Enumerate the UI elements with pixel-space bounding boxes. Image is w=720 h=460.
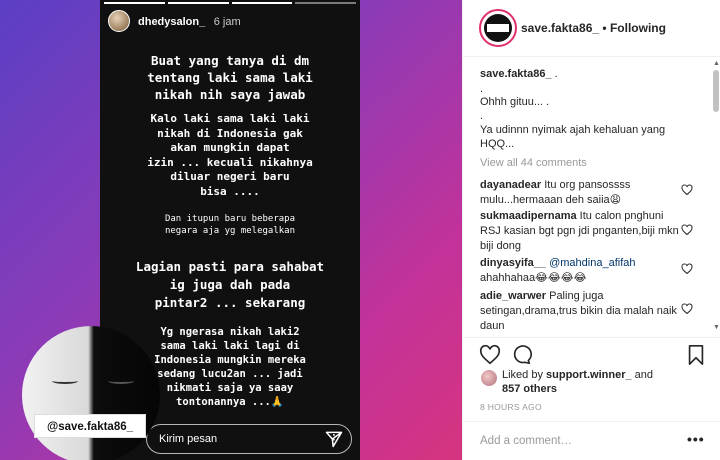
face-eye [108, 378, 134, 384]
caption-line: Ya udinnn nyimak ajah kehaluan yang [480, 124, 666, 136]
comment-icon[interactable] [510, 344, 532, 366]
story-reply-input[interactable]: Kirim pesan ⋮ [146, 424, 352, 454]
liker-avatar[interactable] [481, 370, 497, 386]
liker-username[interactable]: support.winner_ [546, 369, 632, 381]
liked-and: and [631, 369, 654, 381]
scrollbar-thumb[interactable] [713, 70, 719, 112]
following-button[interactable]: • Following [602, 21, 666, 35]
comment-username[interactable]: sukmaadipernama [480, 210, 577, 222]
post-timestamp[interactable]: 8 HOURS AGO [480, 402, 542, 412]
story-progress-segment [295, 2, 356, 4]
story-progress-segment [167, 2, 229, 4]
heart-icon[interactable] [681, 184, 693, 196]
comment-username[interactable]: dinyasyifa__ [480, 257, 546, 269]
watermark-label: @save.fakta86_ [34, 414, 146, 438]
liked-prefix: Liked by [502, 369, 547, 381]
comment-text: ahahhahaa😂😂😂😂 [480, 272, 587, 284]
heart-icon[interactable] [681, 263, 693, 275]
face-overlay-image [22, 326, 160, 460]
story-progress-segment [104, 2, 165, 4]
post-header: save.fakta86_ • Following [463, 0, 720, 57]
comment-item: adie_warwer Paling juga setingan,drama,t… [480, 289, 680, 334]
story-text-4: Lagian pasti para sahabat ig juga dah pa… [135, 259, 325, 310]
story-progress-segment [231, 2, 293, 4]
story-text-2: Kalo laki sama laki laki nikah di Indone… [147, 112, 313, 198]
post-panel: save.fakta86_ • Following save.fakta86_ … [462, 0, 720, 460]
caption-line: . [480, 110, 484, 122]
post-media: dhedysalon_ 6 jam Buat yang tanya di dm … [0, 0, 462, 460]
heart-icon[interactable] [681, 303, 693, 315]
story-progress [104, 2, 356, 4]
comments-scrollbar[interactable]: ▲ ▼ [711, 58, 720, 336]
bookmark-icon[interactable] [685, 344, 707, 366]
add-comment-input[interactable]: Add a comment… [480, 435, 572, 447]
story-text-3: Dan itupun baru beberapa negara aja yg m… [164, 214, 296, 236]
comment-username[interactable]: dayanadear [480, 179, 541, 191]
heart-icon[interactable] [479, 344, 501, 366]
send-icon[interactable] [324, 429, 344, 449]
caption-line: Ohhh gituu... . [480, 96, 550, 108]
comment-mention[interactable]: @mahdina_afifah [546, 257, 635, 269]
story-time: 6 jam [213, 16, 241, 28]
comment-username[interactable]: adie_warwer [480, 290, 546, 302]
face-eye [52, 378, 78, 384]
caption-username[interactable]: save.fakta86_ [480, 68, 552, 80]
scroll-up-arrow-icon[interactable]: ▲ [713, 60, 720, 67]
story-avatar [108, 10, 130, 32]
story-text-1: Buat yang tanya di dm tentang laki sama … [147, 53, 313, 102]
caption-line: save.fakta86_ . [480, 68, 558, 80]
story-header: dhedysalon_ 6 jam [108, 10, 241, 32]
view-all-comments-link[interactable]: View all 44 comments [480, 157, 587, 169]
heart-icon[interactable] [681, 224, 693, 236]
comment-item: dinyasyifa__ @mahdina_afifah ahahhahaa😂😂… [480, 256, 680, 286]
more-options-icon[interactable]: ••• [687, 431, 705, 447]
comment-item: sukmaadipernama Itu calon pnghuni RSJ ka… [480, 209, 680, 254]
comment-item: dayanadear Itu org pansossss mulu...herm… [480, 178, 680, 208]
caption-line: . [480, 83, 484, 95]
add-comment-bar: Add a comment… ••• [463, 421, 720, 460]
caption-text: . [551, 68, 558, 80]
caption-line: HQQ... [480, 138, 515, 150]
story-username: dhedysalon_ [138, 16, 206, 28]
story-reply-placeholder: Kirim pesan [159, 433, 218, 445]
likes-count-link[interactable]: 857 others [502, 383, 557, 395]
post-username[interactable]: save.fakta86_ [521, 21, 599, 35]
avatar-image [484, 14, 512, 42]
scroll-down-arrow-icon[interactable]: ▼ [713, 324, 720, 331]
comments-section: save.fakta86_ . . Ohhh gituu... . . Ya u… [463, 58, 720, 336]
action-bar [463, 337, 720, 367]
profile-avatar[interactable] [479, 9, 517, 47]
